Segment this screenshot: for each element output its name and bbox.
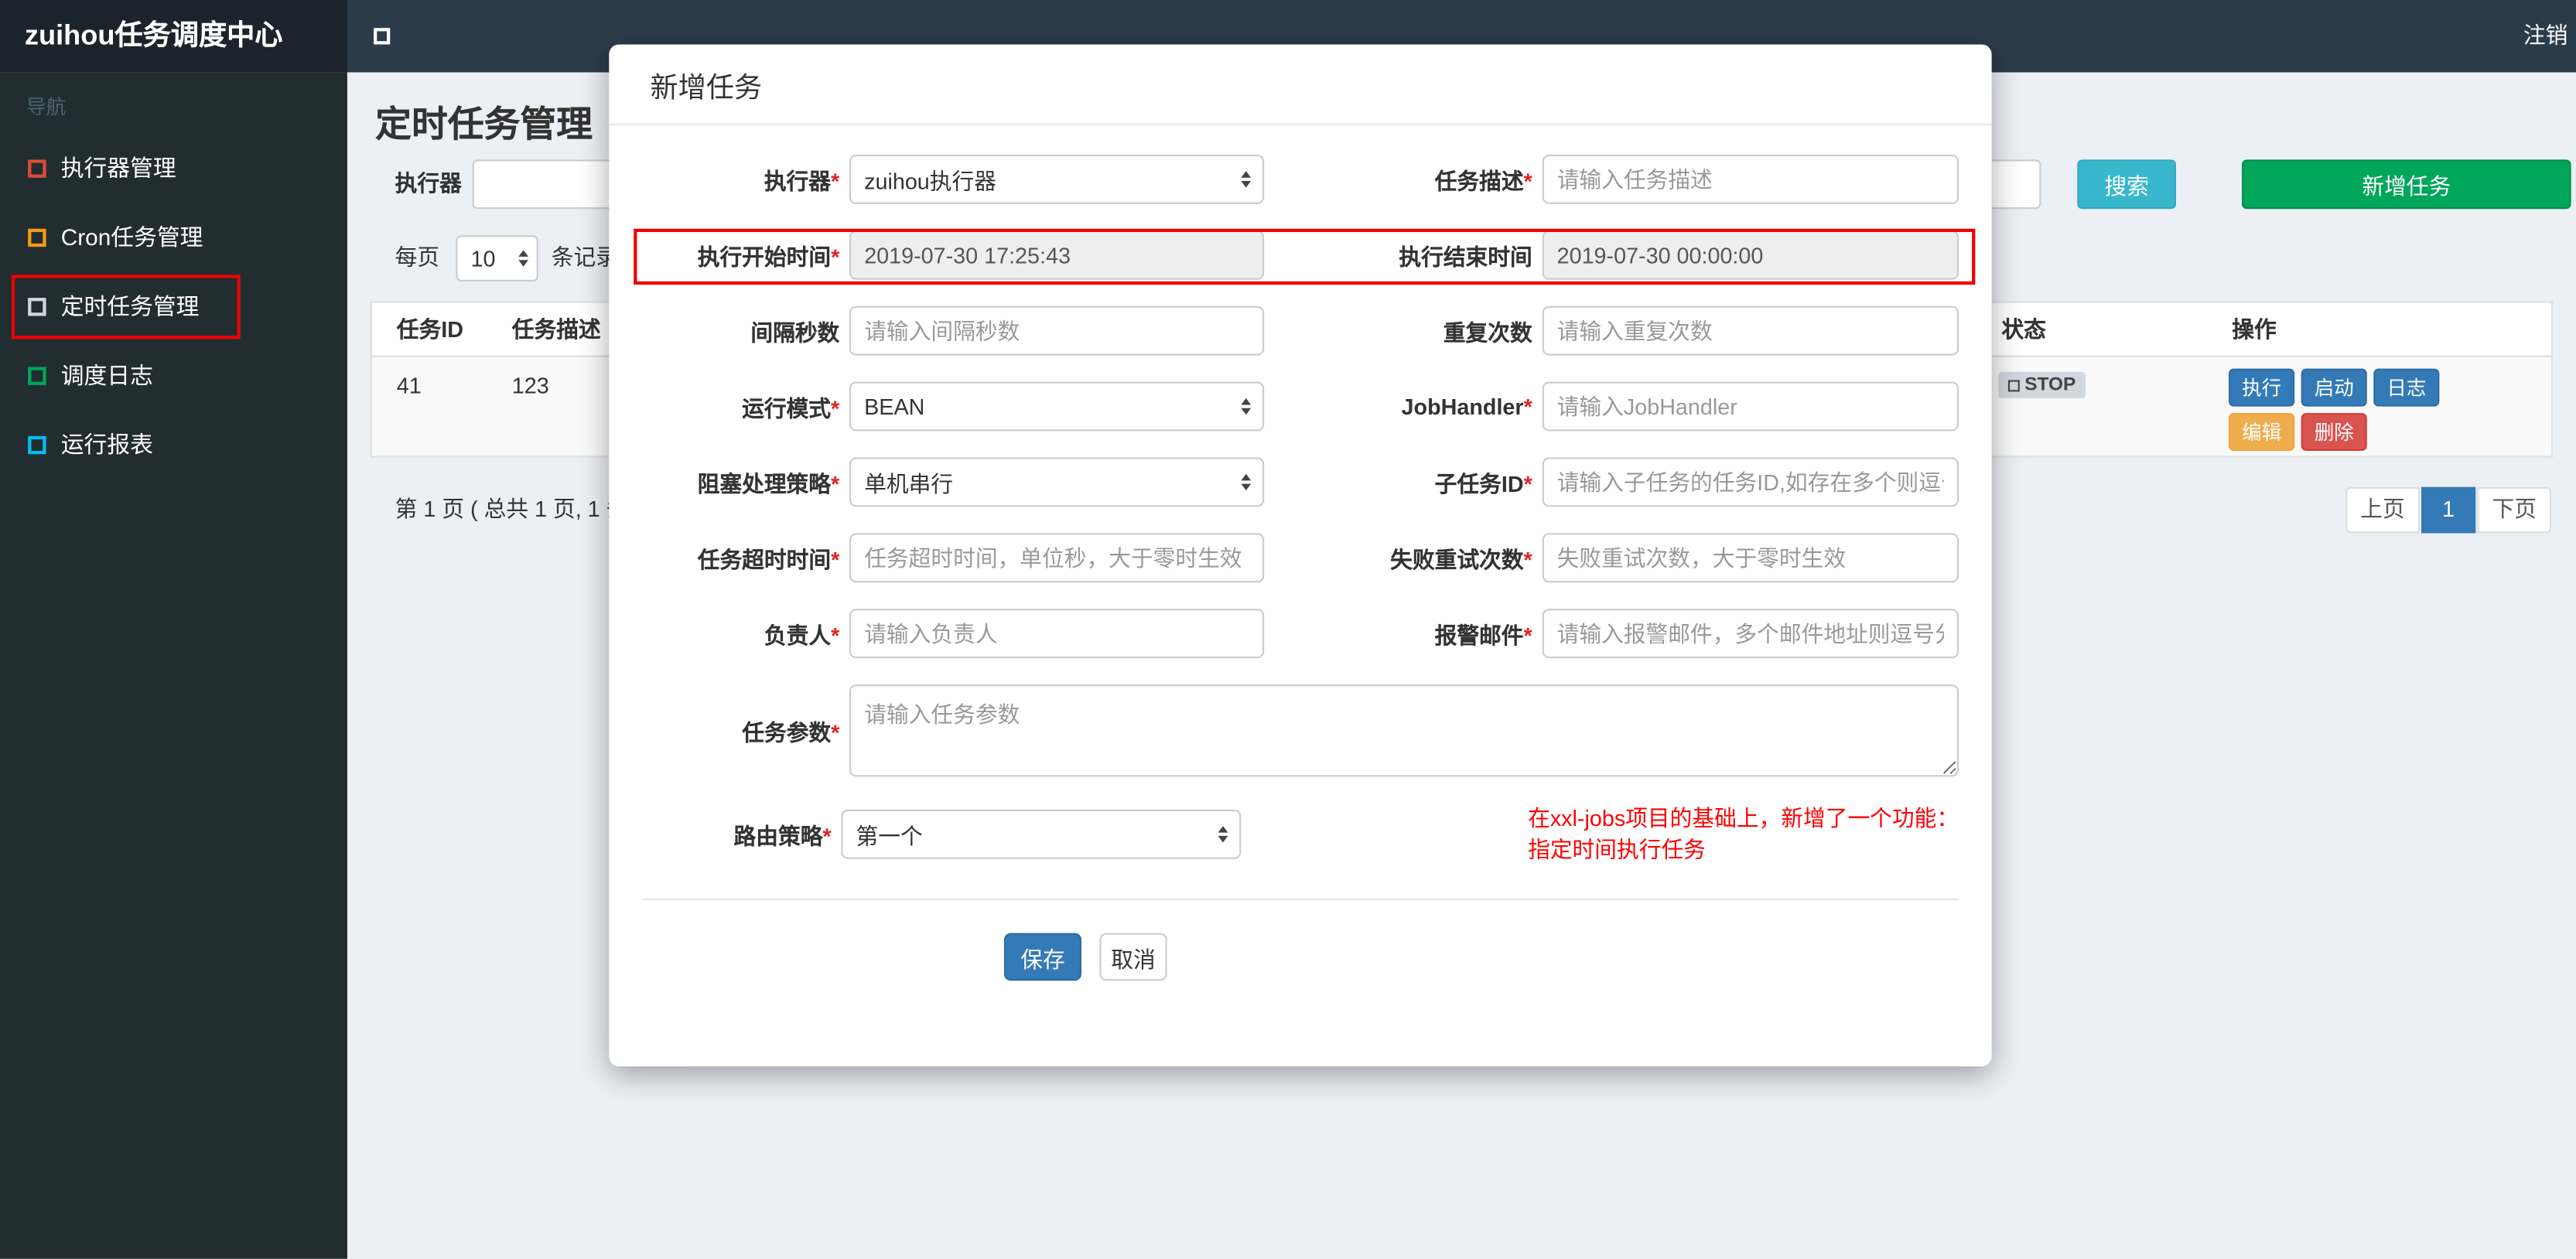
block-strategy-label: 阻塞处理策略* [697,472,840,497]
run-button[interactable]: 执行 [2229,368,2295,407]
square-icon [28,366,46,384]
col-header-status: 状态 [2001,317,2046,343]
cell-task-id: 41 [396,374,422,398]
executor-select-value: zuihou执行器 [864,169,996,195]
child-jobid-label: 子任务ID* [1434,472,1532,497]
end-time-label: 执行结束时间 [1399,245,1532,270]
timeout-input[interactable] [849,533,1265,583]
select-caret-icon [518,250,529,267]
owner-label: 负责人* [764,623,840,649]
route-strategy-select-value: 第一个 [856,824,923,849]
fail-retry-input[interactable] [1542,533,1959,583]
sidebar-item-label: 执行器管理 [60,155,176,182]
block-strategy-select[interactable]: 单机串行 [849,457,1265,507]
owner-input[interactable] [849,609,1265,659]
feature-note: 在xxl-jobs项目的基础上，新增了一个功能： 指定时间执行任务 [1528,803,1959,865]
row-actions: 执行 启动 日志 编辑 删除 [2229,368,2440,458]
per-page-select[interactable]: 10 [456,235,538,281]
cancel-button[interactable]: 取消 [1099,933,1167,981]
col-header-task-id: 任务ID [396,317,463,343]
status-badge: STOP [1998,371,2086,398]
log-button[interactable]: 日志 [2373,368,2440,407]
edit-button[interactable]: 编辑 [2229,413,2295,452]
pagination-next[interactable]: 下页 [2477,486,2552,534]
job-param-textarea[interactable] [849,684,1959,777]
select-caret-icon [1241,171,1252,188]
sidebar-header: 导航 [26,95,67,119]
cell-task-desc: 123 [511,374,549,398]
sidebar-item-schedule-log[interactable]: 调度日志 [0,340,347,409]
square-icon [28,159,46,177]
select-caret-icon [1241,397,1252,415]
start-time-input[interactable]: 2019-07-30 17:25:43 [849,230,1265,280]
modal-footer: 保存 取消 [642,900,1959,981]
app-logo[interactable]: zuihou任务调度中心 [0,0,347,73]
executor-select[interactable]: zuihou执行器 [849,155,1265,204]
sidebar-item-timed-task[interactable]: 定时任务管理 [0,271,347,340]
interval-input[interactable] [849,305,1265,356]
job-desc-label: 任务描述* [1434,169,1532,195]
modal-header: 新增任务 [609,44,1992,125]
brand-title: zuihou任务调度中心 [24,19,283,51]
glue-type-select[interactable]: BEAN [849,381,1265,432]
child-jobid-input[interactable] [1542,457,1959,507]
job-desc-input[interactable] [1542,155,1959,204]
sidebar-item-cron-task[interactable]: Cron任务管理 [0,203,347,271]
feature-note-line1: 在xxl-jobs项目的基础上，新增了一个功能： [1528,806,1959,831]
sidebar-item-run-report[interactable]: 运行报表 [0,410,347,479]
job-param-label: 任务参数* [742,720,840,746]
route-strategy-label: 路由策略* [733,824,832,849]
col-header-actions: 操作 [2232,317,2277,343]
executor-filter-label: 执行器 [395,171,462,196]
sidebar-item-label: 调度日志 [60,362,153,389]
block-strategy-select-value: 单机串行 [864,472,954,497]
delete-button[interactable]: 删除 [2301,413,2367,452]
stop-square-icon [2007,379,2020,391]
search-button[interactable]: 搜索 [2077,159,2176,210]
pagination-page-1[interactable]: 1 [2421,486,2476,534]
job-handler-input[interactable] [1542,381,1959,432]
timeout-label: 任务超时时间* [697,548,840,573]
end-time-input[interactable]: 2019-07-30 00:00:00 [1542,230,1959,280]
per-page-value: 10 [470,246,496,271]
start-time-label: 执行开始时间* [697,245,840,270]
executor-label: 执行器* [764,169,840,195]
sidebar-item-label: 运行报表 [60,431,153,458]
sidebar: 导航 执行器管理 Cron任务管理 定时任务管理 调度日志 运行报表 [0,72,347,1259]
col-header-task-desc: 任务描述 [511,317,601,343]
alarm-email-input[interactable] [1542,609,1959,659]
feature-note-line2: 指定时间执行任务 [1528,838,1706,862]
fail-retry-label: 失败重试次数* [1390,548,1532,573]
page-title: 定时任务管理 [375,104,593,145]
select-caret-icon [1241,473,1252,491]
square-icon [28,435,46,454]
sidebar-toggle-icon[interactable] [374,28,391,45]
glue-type-label: 运行模式* [742,396,840,421]
sidebar-item-label: 定时任务管理 [60,292,200,319]
square-icon [28,227,46,247]
sidebar-item-executor-manage[interactable]: 执行器管理 [0,133,347,202]
pagination-prev[interactable]: 上页 [2345,486,2420,534]
logout-link[interactable]: 注销 [2523,0,2567,73]
repeat-count-input[interactable] [1542,305,1959,356]
add-task-button[interactable]: 新增任务 [2242,159,2571,210]
save-button[interactable]: 保存 [1003,933,1081,981]
per-page-suffix: 条记录 [551,245,618,270]
modal-title: 新增任务 [650,71,763,103]
job-handler-label: JobHandler* [1401,394,1532,419]
interval-label: 间隔秒数 [750,320,840,346]
screen: zuihou任务调度中心 注销 导航 执行器管理 Cron任务管理 定时任务管理… [0,0,2576,1259]
per-page-label: 每页 [395,245,440,270]
sidebar-item-label: Cron任务管理 [60,223,203,251]
repeat-count-label: 重复次数 [1443,320,1532,346]
modal-body: 执行器* zuihou执行器 任务描述* 执行开始时间* 2019-07-30 … [609,125,1991,981]
select-caret-icon [1218,826,1228,843]
add-task-modal: 新增任务 执行器* zuihou执行器 任务描述* 执行开始时间* 2019-0… [609,44,1992,1066]
alarm-email-label: 报警邮件* [1434,623,1532,649]
glue-type-select-value: BEAN [864,394,925,419]
status-text: STOP [2024,375,2076,395]
start-button[interactable]: 启动 [2301,368,2367,407]
square-icon [28,297,46,316]
route-strategy-select[interactable]: 第一个 [841,809,1242,859]
